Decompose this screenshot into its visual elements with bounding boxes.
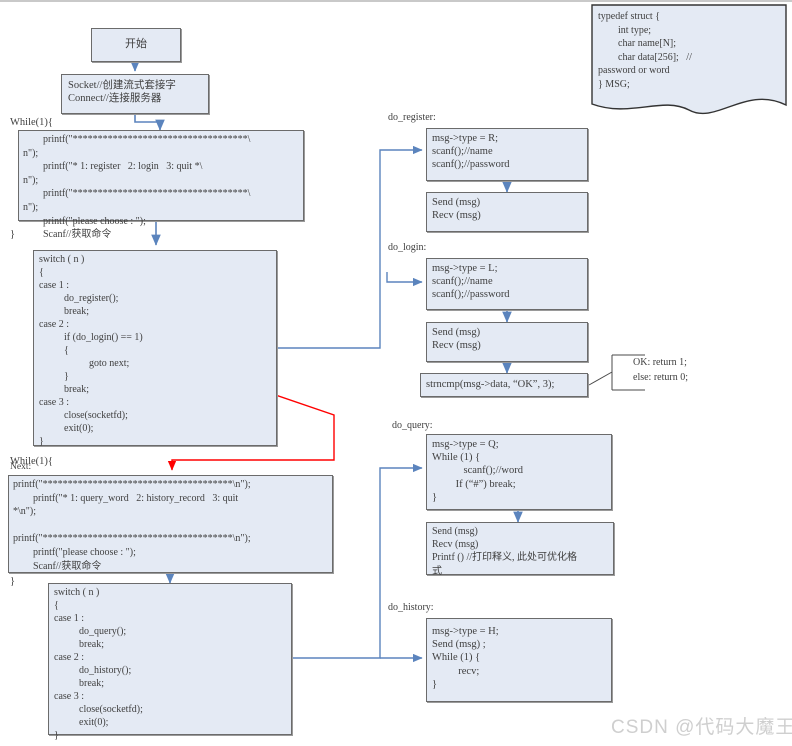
top-divider [0,0,792,2]
node-menu-printf-1: printf("********************************… [18,130,304,240]
node-typedef-struct: typedef struct { int type; char name[N];… [598,11,692,90]
label-do-history: do_history: [388,602,434,613]
node-switch-2: switch ( n ) { case 1 : do_query(); brea… [48,583,292,741]
label-while1-open: While(1){ [10,117,53,128]
node-do-login: msg->type = L; scanf();//name scanf();//… [426,258,588,310]
label-while2-close: } [10,576,16,587]
node-register-send-recv: Send (msg) Recv (msg) [426,192,588,232]
node-socket-connect: Socket//创建流式套接字 Connect//连接服务器 [61,74,209,114]
connector-strncmp-to-note [588,371,613,386]
label-do-register: do_register: [388,112,436,123]
label-next: Next: [10,462,32,472]
arrow-switch1-to-do-login [386,272,423,287]
node-start: 开始 [91,28,181,62]
node-do-register: msg->type = R; scanf();//name scanf();//… [426,128,588,181]
note-login-return: OK: return 1; else: return 0; [633,357,688,383]
arrow-socket-to-menu1 [134,113,165,131]
label-while1-close: } [10,229,16,240]
node-query-send-recv: Send (msg) Recv (msg) Printf () //打印释义, … [426,522,614,577]
flowchart-canvas: 开始 Socket//创建流式套接字 Connect//连接服务器 While(… [0,0,792,746]
watermark: CSDN @代码大魔王 [611,717,792,738]
node-login-send-recv: Send (msg) Recv (msg) [426,322,588,362]
node-do-history: msg->type = H; Send (msg) ; While (1) { … [426,618,612,702]
label-do-login: do_login: [388,242,427,253]
node-switch-1: switch ( n ) { case 1 : do_register(); b… [33,250,277,447]
node-strncmp: strncmp(msg->data, “OK”, 3); [420,373,588,397]
node-do-query: msg->type = Q; While (1) { scanf();//wor… [426,434,612,510]
label-do-query: do_query: [392,420,433,431]
node-menu-printf-2: printf("********************************… [8,475,333,573]
